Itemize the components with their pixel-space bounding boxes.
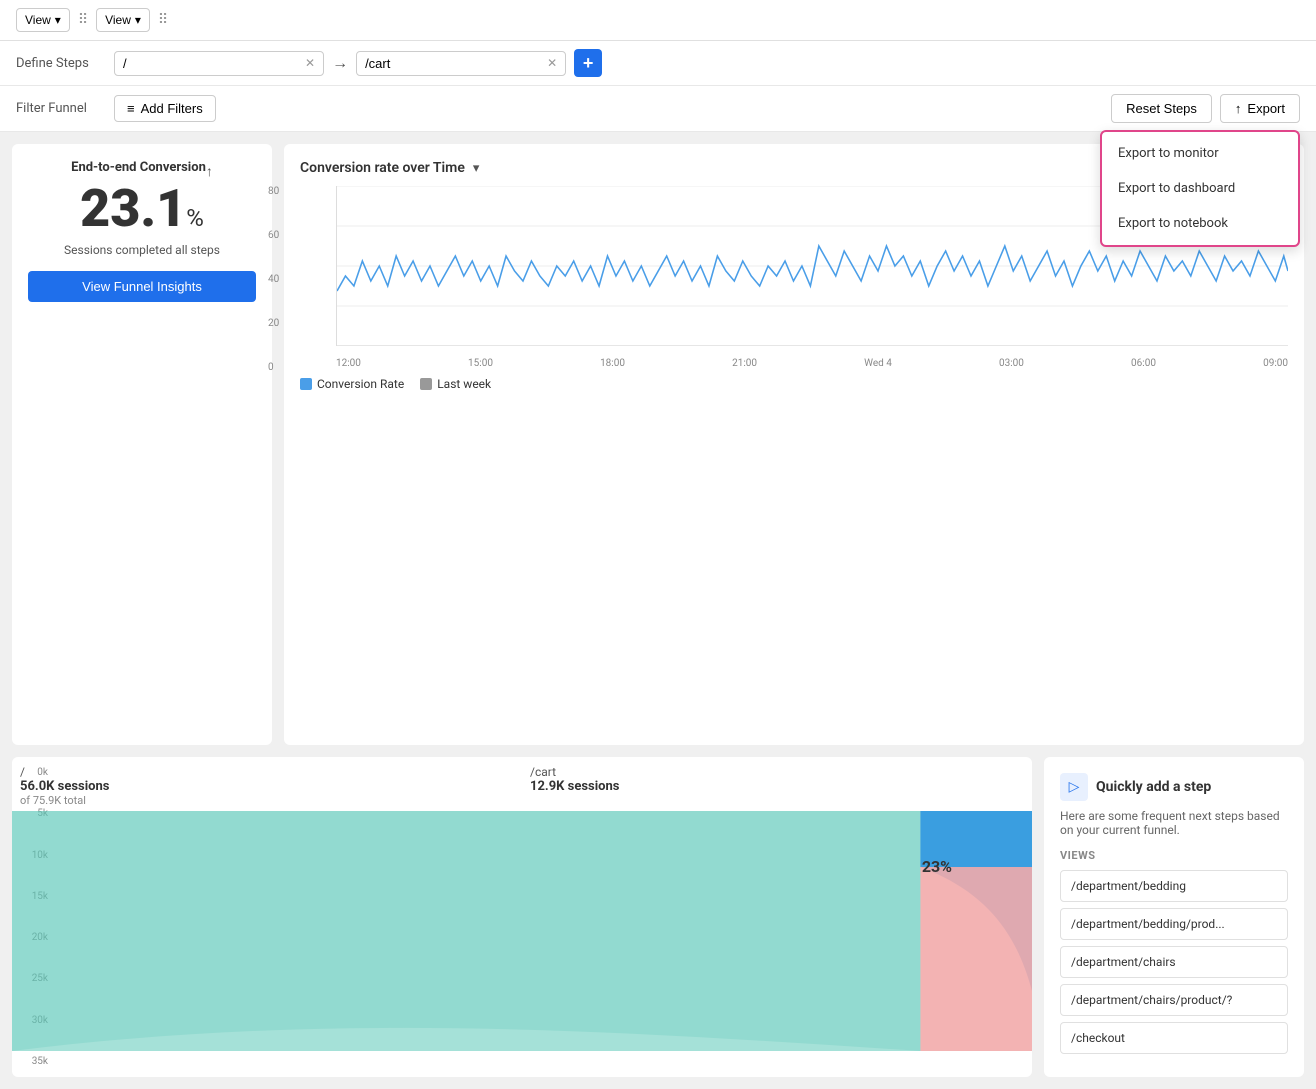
view-button-2[interactable]: View ▾ <box>96 8 150 32</box>
drag-handle-1[interactable]: ⠿ <box>78 12 88 28</box>
quick-add-header: ▷ Quickly add a step <box>1060 773 1288 801</box>
quick-add-title: Quickly add a step <box>1096 779 1211 795</box>
views-label: VIEWS <box>1060 849 1288 862</box>
x-label-0300: 03:00 <box>999 358 1024 369</box>
step1-input-wrapper: ✕ <box>114 51 324 76</box>
step1-total: of 75.9K total <box>20 794 522 807</box>
add-step-button[interactable]: + <box>574 49 602 77</box>
step1-input[interactable] <box>123 56 299 71</box>
chart-dropdown-button[interactable]: ▾ <box>473 160 480 176</box>
step2-input-wrapper: ✕ <box>356 51 566 76</box>
conversion-unit: % <box>186 204 204 232</box>
y-label-60: 60 <box>268 230 279 241</box>
step1-clear-icon[interactable]: ✕ <box>305 56 315 70</box>
view-label-1: View <box>25 13 51 27</box>
export-to-monitor[interactable]: Export to monitor <box>1102 136 1298 171</box>
export-upload-icon: ↑ <box>1235 101 1242 116</box>
x-label-1500: 15:00 <box>468 358 493 369</box>
add-filter-label: Add Filters <box>141 101 203 116</box>
sessions-text: Sessions completed all steps <box>28 243 256 257</box>
view-item-checkout[interactable]: /checkout <box>1060 1022 1288 1054</box>
top-bar: View ▾ ⠿ View ▾ ⠿ <box>0 0 1316 41</box>
left-panel: End-to-end Conversion ↑ 23.1% Sessions c… <box>12 144 272 745</box>
step2-label: /cart 12.9K sessions <box>522 765 1032 807</box>
step2-clear-icon[interactable]: ✕ <box>547 56 557 70</box>
export-to-notebook[interactable]: Export to notebook <box>1102 206 1298 241</box>
y-label-0: 0 <box>268 362 279 373</box>
x-label-2100: 21:00 <box>732 358 757 369</box>
quick-add-panel: ▷ Quickly add a step Here are some frequ… <box>1044 757 1304 1077</box>
funnel-pct-badge: 23% <box>922 857 952 876</box>
chart-legend: Conversion Rate Last week <box>300 377 1288 391</box>
legend-dot-gray <box>420 378 432 390</box>
view-label-2: View <box>105 13 131 27</box>
legend-last-week: Last week <box>420 377 491 391</box>
quick-add-icon: ▷ <box>1060 773 1088 801</box>
x-label-0600: 06:00 <box>1131 358 1156 369</box>
step2-input[interactable] <box>365 56 541 71</box>
conversion-value: 23.1 <box>80 178 186 239</box>
export-label: Export <box>1247 101 1285 116</box>
step2-sessions: 12.9K sessions <box>530 779 1032 794</box>
filter-icon: ≡ <box>127 101 135 116</box>
view-item-bedding[interactable]: /department/bedding <box>1060 870 1288 902</box>
y-label-40: 40 <box>268 274 279 285</box>
legend-label-lastweek: Last week <box>437 377 491 391</box>
drag-handle-2[interactable]: ⠿ <box>158 12 168 28</box>
x-label-wed4: Wed 4 <box>864 358 892 369</box>
right-actions: Reset Steps ↑ Export Export to monitor E… <box>1111 94 1300 123</box>
chevron-down-icon-1: ▾ <box>55 13 61 27</box>
x-label-0900: 09:00 <box>1263 358 1288 369</box>
view-insights-button[interactable]: View Funnel Insights <box>28 271 256 302</box>
step1-label: / 56.0K sessions of 75.9K total <box>12 765 522 807</box>
filter-label: Filter Funnel <box>16 101 106 116</box>
bottom-section: 0k 5k 10k 15k 20k 25k 30k 35k / 56.0K se… <box>0 757 1316 1089</box>
legend-dot-blue <box>300 378 312 390</box>
step1-name: / <box>20 765 522 779</box>
chart-y-labels: 80 60 40 20 0 <box>268 186 279 373</box>
step2-name: /cart <box>530 765 1032 779</box>
funnel-chart: 0k 5k 10k 15k 20k 25k 30k 35k / 56.0K se… <box>12 757 1032 1077</box>
define-steps-row: Define Steps ✕ → ✕ + <box>0 41 1316 86</box>
chart-dropdown-icon: ▾ <box>473 160 480 176</box>
view-item-bedding-prod[interactable]: /department/bedding/prod... <box>1060 908 1288 940</box>
view-button-1[interactable]: View ▾ <box>16 8 70 32</box>
export-dropdown: Export to monitor Export to dashboard Ex… <box>1100 130 1300 247</box>
export-button[interactable]: ↑ Export <box>1220 94 1300 123</box>
end-to-end-title: End-to-end Conversion <box>71 160 206 175</box>
view-item-chairs[interactable]: /department/chairs <box>1060 946 1288 978</box>
add-filter-button[interactable]: ≡ Add Filters <box>114 95 216 122</box>
upload-icon[interactable]: ↑ <box>206 163 213 180</box>
chevron-down-icon-2: ▾ <box>135 13 141 27</box>
define-steps-label: Define Steps <box>16 56 106 71</box>
x-label-1800: 18:00 <box>600 358 625 369</box>
legend-label-conversion: Conversion Rate <box>317 377 404 391</box>
chart-title: Conversion rate over Time <box>300 160 465 176</box>
step1-sessions: 56.0K sessions <box>20 779 522 794</box>
view-item-chairs-product[interactable]: /department/chairs/product/? <box>1060 984 1288 1016</box>
conversion-display: 23.1% <box>28 183 256 235</box>
x-label-1200: 12:00 <box>336 358 361 369</box>
arrow-icon: → <box>332 53 348 73</box>
chart-x-labels: 12:00 15:00 18:00 21:00 Wed 4 03:00 06:0… <box>336 354 1288 373</box>
quick-add-desc: Here are some frequent next steps based … <box>1060 809 1288 837</box>
legend-conversion-rate: Conversion Rate <box>300 377 404 391</box>
filter-funnel-row: Filter Funnel ≡ Add Filters Reset Steps … <box>0 86 1316 132</box>
reset-steps-button[interactable]: Reset Steps <box>1111 94 1212 123</box>
funnel-svg <box>12 811 1032 1051</box>
export-to-dashboard[interactable]: Export to dashboard <box>1102 171 1298 206</box>
y-label-80: 80 <box>268 186 279 197</box>
y-label-20: 20 <box>268 318 279 329</box>
